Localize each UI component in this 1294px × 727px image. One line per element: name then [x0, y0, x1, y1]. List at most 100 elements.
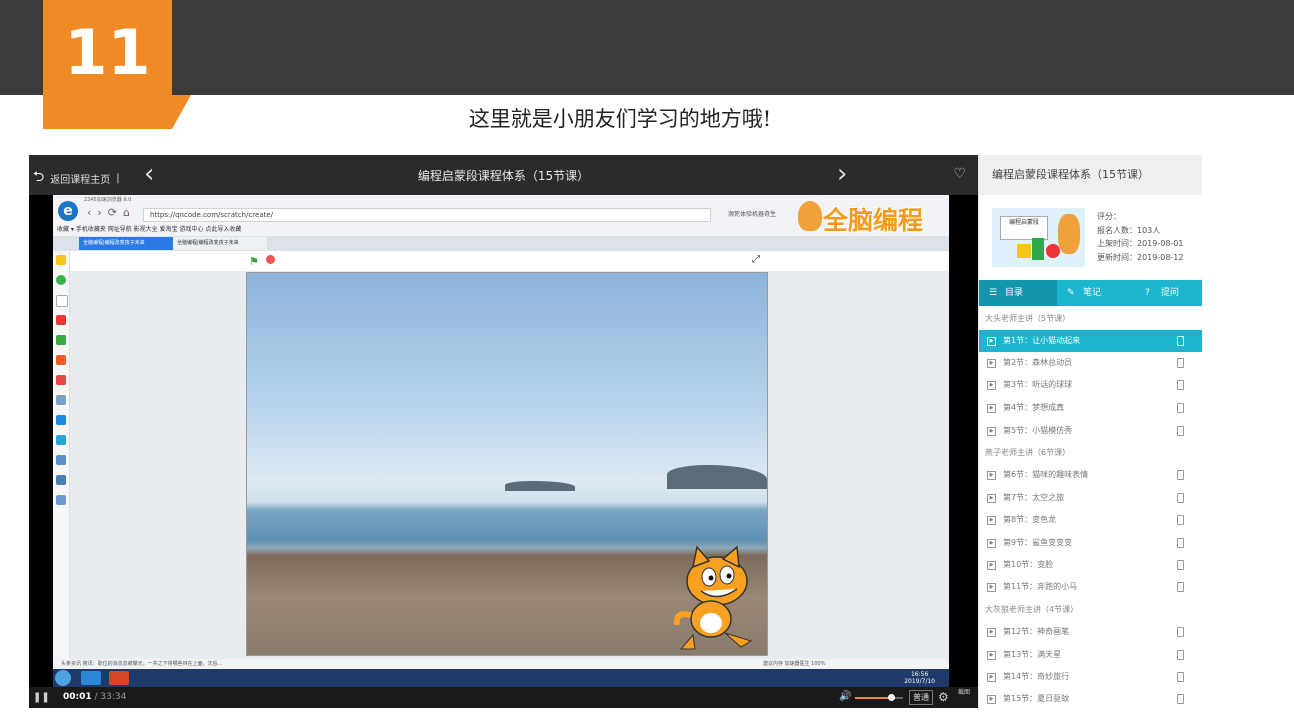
clock-time: 16:56	[910, 671, 929, 678]
thumbnail-deer	[1058, 214, 1080, 254]
pencil-icon: ✎	[1067, 288, 1075, 298]
volume-icon[interactable]: 🔊	[839, 691, 851, 702]
stop-icon	[266, 255, 275, 264]
browser-tab: 全脑编程|编程改变孩子未来	[173, 237, 267, 250]
scratch-cat-sprite	[673, 545, 753, 650]
lesson-label: 第10节：变脸	[1003, 560, 1054, 569]
book-icon	[56, 475, 66, 485]
player-title: 编程启蒙段课程体系（15节课）	[417, 169, 590, 183]
slide-number: 11	[64, 16, 151, 89]
play-icon: ▶	[987, 381, 996, 390]
lesson-label: 第13节：满天星	[1003, 650, 1062, 659]
rating-label: 评分：	[1097, 212, 1121, 221]
mobile-icon	[1177, 582, 1184, 592]
lesson-item[interactable]: ▶ 第8节：变色龙	[979, 509, 1202, 531]
mobile-icon	[1177, 694, 1184, 704]
status-news: 头条资讯 简讯：职位的消息息被曝光，一共之下将哪些林在上面，次后...	[61, 661, 223, 667]
volume-slider-track[interactable]	[895, 697, 903, 699]
lesson-item[interactable]: ▶ 第13节：满天星	[979, 644, 1202, 666]
lesson-label: 第15节：夏日驱蚊	[1003, 694, 1070, 703]
mobile-icon	[1177, 672, 1184, 682]
lesson-label: 第8节：变色龙	[1003, 515, 1057, 524]
lesson-label: 第5节：小猫模仿秀	[1003, 426, 1073, 435]
ie-taskbar-icon	[81, 671, 101, 685]
tab-catalog[interactable]: ☰ 目录	[979, 280, 1057, 306]
player-controls: ❚❚ 00:01 / 33:34 🔊 普通 ⚙ 截图	[29, 687, 978, 708]
bookmarks-bar: 收藏 ▾ 手机收藏夹 网址导航 影视大全 爱淘宝 游戏中心 点此导入收藏	[57, 226, 242, 233]
time-display: 00:01 / 33:34	[63, 692, 126, 702]
browser-nav-icons: ‹›⟳⌂	[87, 206, 136, 219]
lesson-label: 第2节：森林总动员	[1003, 358, 1073, 367]
play-icon: ▶	[987, 583, 996, 592]
calendar-icon	[56, 295, 68, 307]
green-flag-icon: ⚑	[249, 255, 259, 268]
lesson-item[interactable]: ▶ 第7节：太空之旅	[979, 487, 1202, 509]
play-icon: ▶	[987, 628, 996, 637]
volume-slider-knob[interactable]	[888, 694, 895, 701]
chapter-header: 大灰狼老师主讲（4节课）	[985, 605, 1079, 614]
star-icon	[56, 255, 66, 265]
mobile-icon	[1177, 426, 1184, 436]
tab-catalog-label: 目录	[1005, 288, 1024, 298]
lesson-label: 第4节：梦想成真	[1003, 403, 1065, 412]
lesson-item[interactable]: ▶ 第14节：奇妙旅行	[979, 666, 1202, 688]
lesson-item[interactable]: ▶ 第15节：夏日驱蚊	[979, 688, 1202, 710]
mobile-icon	[1177, 560, 1184, 570]
browser-url: https://qncode.com/scratch/create/	[143, 208, 711, 222]
play-icon: ▶	[987, 359, 996, 368]
lesson-item[interactable]: ▶ 第2节：森林总动员	[979, 352, 1202, 374]
video-player: ⮌ 返回课程主页 | ‹ 编程启蒙段课程体系（15节课） › ♡ e 2345加…	[29, 155, 978, 708]
deer-mascot-icon	[798, 201, 822, 231]
play-icon: ▶	[987, 404, 996, 413]
lesson-item[interactable]: ▶ 第9节：鲨鱼变变变	[979, 532, 1202, 554]
browser-tab-active: 全脑编程|编程改变孩子未来	[79, 237, 173, 250]
lesson-label: 第11节：奔跑的小马	[1003, 582, 1078, 591]
tab-notes[interactable]: ✎ 笔记	[1065, 280, 1125, 306]
next-video-icon[interactable]: ›	[837, 161, 847, 187]
lesson-label: 第6节：猫咪的趣味表情	[1003, 470, 1089, 479]
lesson-item[interactable]: ▶ 第11节：奔跑的小马	[979, 576, 1202, 598]
favorite-heart-icon[interactable]: ♡	[953, 166, 966, 182]
brand-logo-text: 全脑编程	[823, 206, 924, 235]
lesson-label: 第9节：鲨鱼变变变	[1003, 538, 1073, 547]
slide-header-edge	[1286, 0, 1294, 95]
island-left	[505, 481, 575, 491]
lesson-item[interactable]: ▶ 第6节：猫咪的趣味表情	[979, 464, 1202, 486]
gift-icon	[56, 375, 66, 385]
powerpoint-taskbar-icon	[109, 671, 129, 685]
browser-tabs: 全脑编程|编程改变孩子未来 全脑编程|编程改变孩子未来	[53, 236, 949, 251]
browser-name: 2345加速浏览器 9.0	[84, 197, 132, 203]
taobao-icon	[56, 355, 66, 365]
island-right	[667, 465, 767, 489]
play-icon: ▶	[987, 673, 996, 682]
chapter-header: 燕子老师主讲（6节课）	[985, 448, 1071, 457]
mobile-icon	[1177, 627, 1184, 637]
mobile-icon	[1177, 515, 1184, 525]
browser-sidebar	[53, 251, 70, 661]
lesson-item[interactable]: ▶ 第1节：让小猫动起来	[979, 330, 1202, 352]
lesson-item[interactable]: ▶ 第5节：小猫模仿秀	[979, 420, 1202, 442]
list-icon: ☰	[989, 288, 998, 298]
mobile-icon	[1177, 336, 1184, 346]
duration: / 33:34	[94, 692, 127, 702]
monitor-icon	[56, 435, 66, 445]
settings-gear-icon[interactable]: ⚙	[938, 690, 949, 704]
thumbnail-block	[1046, 244, 1060, 258]
lesson-label: 第3节：听话的球球	[1003, 380, 1073, 389]
screenshot-button[interactable]: 截图	[958, 689, 970, 696]
lesson-item[interactable]: ▶ 第12节：神奇画笔	[979, 621, 1202, 643]
tab-questions[interactable]: ? 提问	[1143, 280, 1193, 306]
update-date: 更新时间：2019-08-12	[1097, 252, 1184, 262]
slide-caption: 这里就是小朋友们学习的地方哦!	[468, 107, 772, 131]
lesson-item[interactable]: ▶ 第10节：变脸	[979, 554, 1202, 576]
course-panel: 编程启蒙段课程体系（15节课） 编程启蒙段 评分： 报名人数：103人 上架时间…	[978, 155, 1202, 708]
pause-icon[interactable]: ❚❚	[33, 692, 50, 703]
thumbnail-label: 编程启蒙段	[1000, 216, 1048, 240]
scratch-toolbar: ⚑ ⤢	[70, 251, 949, 271]
quality-button[interactable]: 普通	[909, 690, 933, 705]
thumbnail-block	[1017, 244, 1031, 258]
lesson-item[interactable]: ▶ 第4节：梦想成真	[979, 397, 1202, 419]
play-icon: ▶	[987, 494, 996, 503]
lesson-item[interactable]: ▶ 第3节：听话的球球	[979, 374, 1202, 396]
document-icon	[56, 455, 66, 465]
